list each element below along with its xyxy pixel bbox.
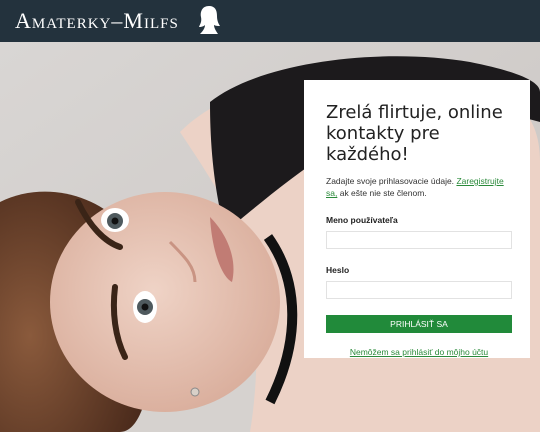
- login-button[interactable]: PRIHLÁSIŤ SA: [326, 315, 512, 333]
- username-label: Meno používateľa: [326, 215, 398, 225]
- login-panel: Zrelá flirtuje, online kontakty pre každ…: [304, 80, 530, 358]
- username-field[interactable]: [326, 231, 512, 249]
- forgot-login-link[interactable]: Nemôžem sa prihlásiť do môjho účtu: [326, 347, 512, 357]
- login-title: Zrelá flirtuje, online kontakty pre každ…: [326, 102, 503, 165]
- site-header: Amaterky–Milfs: [0, 0, 540, 42]
- intro-text: Zadajte svoje prihlasovacie údaje.: [326, 176, 455, 186]
- intro-tail: ak ešte nie ste členom.: [339, 188, 427, 198]
- woman-silhouette-icon: [199, 6, 220, 34]
- site-logo[interactable]: Amaterky–Milfs: [15, 6, 179, 36]
- login-intro: Zadajte svoje prihlasovacie údaje. Zareg…: [326, 175, 514, 199]
- password-label: Heslo: [326, 265, 350, 275]
- password-field[interactable]: [326, 281, 512, 299]
